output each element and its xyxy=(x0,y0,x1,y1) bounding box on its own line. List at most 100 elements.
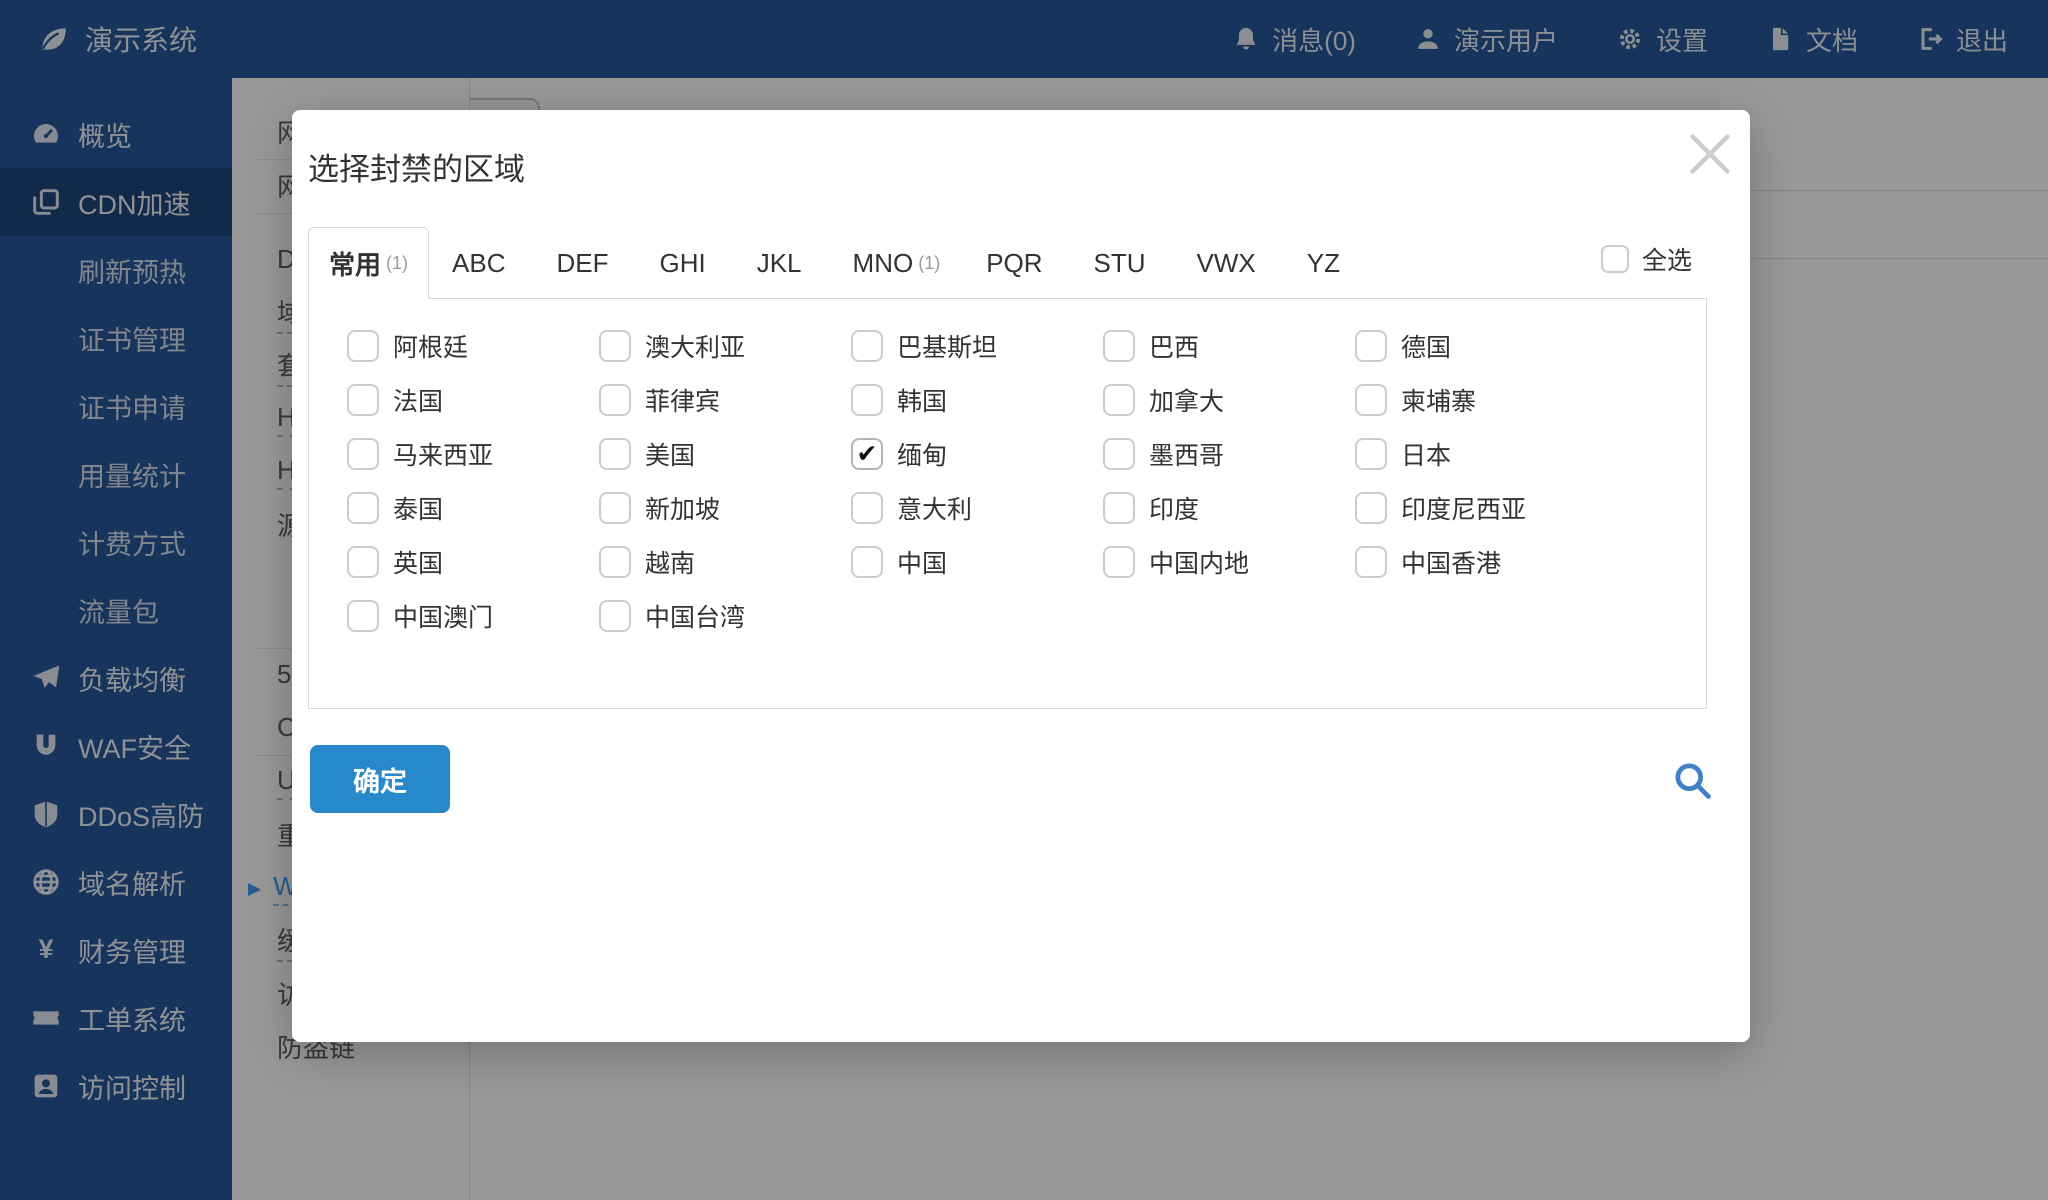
region-label: 巴基斯坦 xyxy=(897,328,997,364)
region-option[interactable]: 巴基斯坦 xyxy=(851,329,1103,363)
region-tab-label: GHI xyxy=(659,248,705,279)
region-option[interactable]: 韩国 xyxy=(851,383,1103,417)
region-checkbox[interactable] xyxy=(851,330,883,362)
region-option[interactable]: 法国 xyxy=(347,383,599,417)
select-all-control[interactable]: 全选 xyxy=(1601,241,1692,277)
region-label: 新加坡 xyxy=(645,490,720,526)
region-label: 中国香港 xyxy=(1401,544,1501,580)
region-checkbox[interactable] xyxy=(599,438,631,470)
region-tab-label: YZ xyxy=(1307,248,1340,279)
region-option[interactable]: 菲律宾 xyxy=(599,383,851,417)
region-option[interactable]: 德国 xyxy=(1355,329,1607,363)
region-option[interactable]: 墨西哥 xyxy=(1103,437,1355,471)
region-checkbox[interactable] xyxy=(851,438,883,470)
region-option[interactable]: 泰国 xyxy=(347,491,599,525)
region-option[interactable]: 缅甸 xyxy=(851,437,1103,471)
region-option[interactable]: 马来西亚 xyxy=(347,437,599,471)
region-checkbox[interactable] xyxy=(851,492,883,524)
region-tab-count: (1) xyxy=(386,253,408,274)
region-tabs: 常用 (1) ABC DEF GHI JKL MNO (1) xyxy=(308,227,1368,299)
region-tab[interactable]: STU xyxy=(1071,227,1174,299)
region-option[interactable]: 澳大利亚 xyxy=(599,329,851,363)
region-checkbox[interactable] xyxy=(851,384,883,416)
region-label: 英国 xyxy=(393,544,443,580)
region-label: 意大利 xyxy=(897,490,972,526)
region-tab-label: DEF xyxy=(556,248,608,279)
region-label: 缅甸 xyxy=(897,436,947,472)
region-select-dialog: 选择封禁的区域 常用 (1) ABC DEF GHI JKL xyxy=(292,110,1750,1042)
region-tab-label: JKL xyxy=(757,248,802,279)
region-tab-label: MNO xyxy=(853,248,914,279)
region-label: 中国台湾 xyxy=(645,598,745,634)
region-checkbox[interactable] xyxy=(347,438,379,470)
region-label: 中国内地 xyxy=(1149,544,1249,580)
region-checkbox[interactable] xyxy=(347,330,379,362)
region-label: 菲律宾 xyxy=(645,382,720,418)
region-tab[interactable]: PQR xyxy=(963,227,1070,299)
region-checkbox[interactable] xyxy=(347,546,379,578)
region-label: 印度 xyxy=(1149,490,1199,526)
region-checkbox[interactable] xyxy=(1355,384,1387,416)
region-checkbox[interactable] xyxy=(599,330,631,362)
region-checkbox[interactable] xyxy=(347,492,379,524)
region-checkbox[interactable] xyxy=(599,492,631,524)
region-checkbox[interactable] xyxy=(1355,438,1387,470)
region-checkbox[interactable] xyxy=(347,600,379,632)
region-tab[interactable]: VWX xyxy=(1174,227,1284,299)
region-checkbox[interactable] xyxy=(1103,384,1135,416)
region-label: 德国 xyxy=(1401,328,1451,364)
region-tab[interactable]: YZ xyxy=(1284,227,1368,299)
region-tab[interactable]: ABC xyxy=(429,227,533,299)
region-checkbox[interactable] xyxy=(599,384,631,416)
region-option[interactable]: 中国澳门 xyxy=(347,599,599,633)
region-option[interactable]: 中国 xyxy=(851,545,1103,579)
region-label: 韩国 xyxy=(897,382,947,418)
region-checkbox[interactable] xyxy=(347,384,379,416)
region-option[interactable]: 英国 xyxy=(347,545,599,579)
region-tab[interactable]: 常用 (1) xyxy=(308,227,429,299)
close-icon[interactable] xyxy=(1684,128,1736,180)
region-option[interactable]: 意大利 xyxy=(851,491,1103,525)
region-grid: 阿根廷 澳大利亚 巴基斯坦 巴西 德国 xyxy=(309,299,1706,633)
select-all-checkbox[interactable] xyxy=(1601,245,1629,273)
region-checkbox[interactable] xyxy=(599,546,631,578)
region-label: 法国 xyxy=(393,382,443,418)
search-icon[interactable] xyxy=(1670,758,1714,802)
region-checkbox[interactable] xyxy=(1103,330,1135,362)
region-label: 中国 xyxy=(897,544,947,580)
region-label: 澳大利亚 xyxy=(645,328,745,364)
region-checkbox[interactable] xyxy=(1103,546,1135,578)
region-tab-label: ABC xyxy=(452,248,505,279)
region-label: 马来西亚 xyxy=(393,436,493,472)
region-option[interactable]: 印度 xyxy=(1103,491,1355,525)
region-option[interactable]: 中国香港 xyxy=(1355,545,1607,579)
region-label: 印度尼西亚 xyxy=(1401,490,1526,526)
region-tab-label: PQR xyxy=(986,248,1042,279)
region-label: 中国澳门 xyxy=(393,598,493,634)
region-option[interactable]: 美国 xyxy=(599,437,851,471)
confirm-button[interactable]: 确定 xyxy=(310,745,450,813)
region-option[interactable]: 越南 xyxy=(599,545,851,579)
region-option[interactable]: 阿根廷 xyxy=(347,329,599,363)
region-option[interactable]: 印度尼西亚 xyxy=(1355,491,1607,525)
region-checkbox[interactable] xyxy=(1355,492,1387,524)
region-checkbox[interactable] xyxy=(851,546,883,578)
region-option[interactable]: 中国内地 xyxy=(1103,545,1355,579)
region-checkbox[interactable] xyxy=(599,600,631,632)
region-checkbox[interactable] xyxy=(1355,546,1387,578)
region-option[interactable]: 巴西 xyxy=(1103,329,1355,363)
region-option[interactable]: 加拿大 xyxy=(1103,383,1355,417)
region-checkbox[interactable] xyxy=(1355,330,1387,362)
region-checkbox[interactable] xyxy=(1103,438,1135,470)
region-label: 泰国 xyxy=(393,490,443,526)
region-option[interactable]: 日本 xyxy=(1355,437,1607,471)
region-option[interactable]: 中国台湾 xyxy=(599,599,851,633)
region-tab-label: VWX xyxy=(1197,248,1256,279)
region-tab[interactable]: GHI xyxy=(636,227,733,299)
region-option[interactable]: 柬埔寨 xyxy=(1355,383,1607,417)
region-checkbox[interactable] xyxy=(1103,492,1135,524)
region-tab[interactable]: MNO (1) xyxy=(830,227,964,299)
region-option[interactable]: 新加坡 xyxy=(599,491,851,525)
region-tab[interactable]: JKL xyxy=(734,227,830,299)
region-tab[interactable]: DEF xyxy=(533,227,636,299)
